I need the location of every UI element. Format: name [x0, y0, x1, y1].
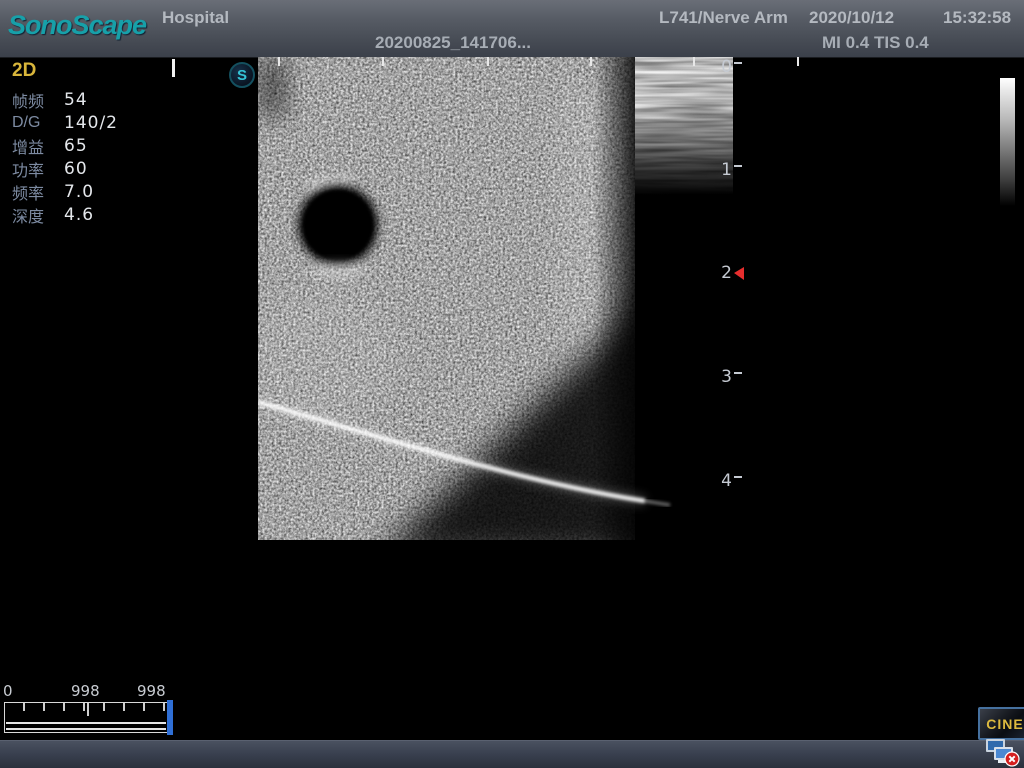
- param-value: 7.0: [64, 182, 94, 202]
- param-label: 深度: [12, 203, 64, 227]
- ruler-number: 0: [712, 57, 732, 77]
- param-value: 54: [64, 90, 88, 110]
- cine-total-frames: 998: [137, 682, 166, 700]
- probe-orientation-icon: S: [229, 62, 255, 88]
- param-label: 频率: [12, 180, 64, 204]
- focus-marker-icon: [734, 267, 744, 280]
- scale-tick: [278, 57, 280, 66]
- cine-position-cursor[interactable]: [167, 700, 173, 735]
- param-row-frequency: 频率 7.0: [12, 180, 162, 203]
- ruler-number: 4: [712, 471, 732, 491]
- scale-tick: [487, 57, 489, 66]
- cine-track: [6, 722, 166, 730]
- param-value: 140/2: [64, 113, 118, 133]
- depth-ruler-tick-3: 3: [712, 367, 756, 387]
- status-bar: [0, 740, 1024, 768]
- param-row-power: 功率 60: [12, 157, 162, 180]
- ruler-dash: [734, 62, 742, 64]
- param-label: 增益: [12, 134, 64, 158]
- param-label: D/G: [12, 114, 64, 132]
- param-row-dynamic-range: D/G 140/2: [12, 111, 162, 134]
- mode-label: 2D: [12, 60, 162, 82]
- ruler-dash: [734, 476, 742, 478]
- param-row-gain: 增益 65: [12, 134, 162, 157]
- mi-tis-label: MI 0.4 TIS 0.4: [822, 33, 929, 53]
- ruler-number: 2: [712, 263, 732, 283]
- probe-preset-label: L741/Nerve Arm: [659, 8, 788, 28]
- grayscale-bar: [1000, 78, 1015, 206]
- ruler-number: 1: [712, 160, 732, 180]
- ultrasound-image[interactable]: [258, 57, 733, 540]
- top-bar: SonoScape Hospital 20200825_141706... L7…: [0, 0, 1024, 58]
- param-value: 4.6: [64, 205, 94, 225]
- cine-progress-bar[interactable]: [4, 702, 168, 733]
- cine-tick-marks: [5, 703, 167, 711]
- depth-ruler-tick-1: 1: [712, 160, 756, 180]
- ruler-number: 3: [712, 367, 732, 387]
- cine-start-frame: 0: [3, 682, 13, 700]
- param-label: 帧频: [12, 88, 64, 112]
- cine-button[interactable]: CINE: [978, 707, 1024, 740]
- scale-tick: [382, 57, 384, 66]
- tgc-caret: [172, 59, 175, 77]
- ultrasound-screen: SonoScape Hospital 20200825_141706... L7…: [0, 0, 1024, 768]
- cine-current-frame: 998: [71, 682, 100, 700]
- depth-ruler-tick-2: 2: [712, 263, 756, 283]
- sonoscape-logo: SonoScape: [8, 10, 146, 41]
- param-label: 功率: [12, 157, 64, 181]
- hospital-name: Hospital: [162, 8, 229, 28]
- orientation-letter: S: [237, 67, 247, 84]
- ultrasound-speckle-render: [258, 57, 733, 540]
- ruler-dash: [734, 165, 742, 167]
- date-label: 2020/10/12: [809, 8, 894, 28]
- scale-tick: [797, 57, 799, 66]
- time-label: 15:32:58: [943, 8, 1011, 28]
- scale-tick: [693, 57, 695, 66]
- ruler-dash: [734, 372, 742, 374]
- exam-file-id: 20200825_141706...: [375, 33, 531, 53]
- depth-ruler-tick-4: 4: [712, 471, 756, 491]
- parameter-panel: 2D 帧频 54 D/G 140/2 增益 65 功率 60 频率 7.0 深度…: [12, 60, 162, 226]
- param-value: 65: [64, 136, 88, 156]
- scale-tick: [590, 57, 592, 66]
- param-row-depth: 深度 4.6: [12, 203, 162, 226]
- depth-ruler-tick-0: 0: [712, 57, 756, 77]
- cine-center-tick: [87, 703, 89, 716]
- param-row-frame-rate: 帧频 54: [12, 88, 162, 111]
- network-disconnected-icon[interactable]: [984, 738, 1020, 768]
- param-value: 60: [64, 159, 88, 179]
